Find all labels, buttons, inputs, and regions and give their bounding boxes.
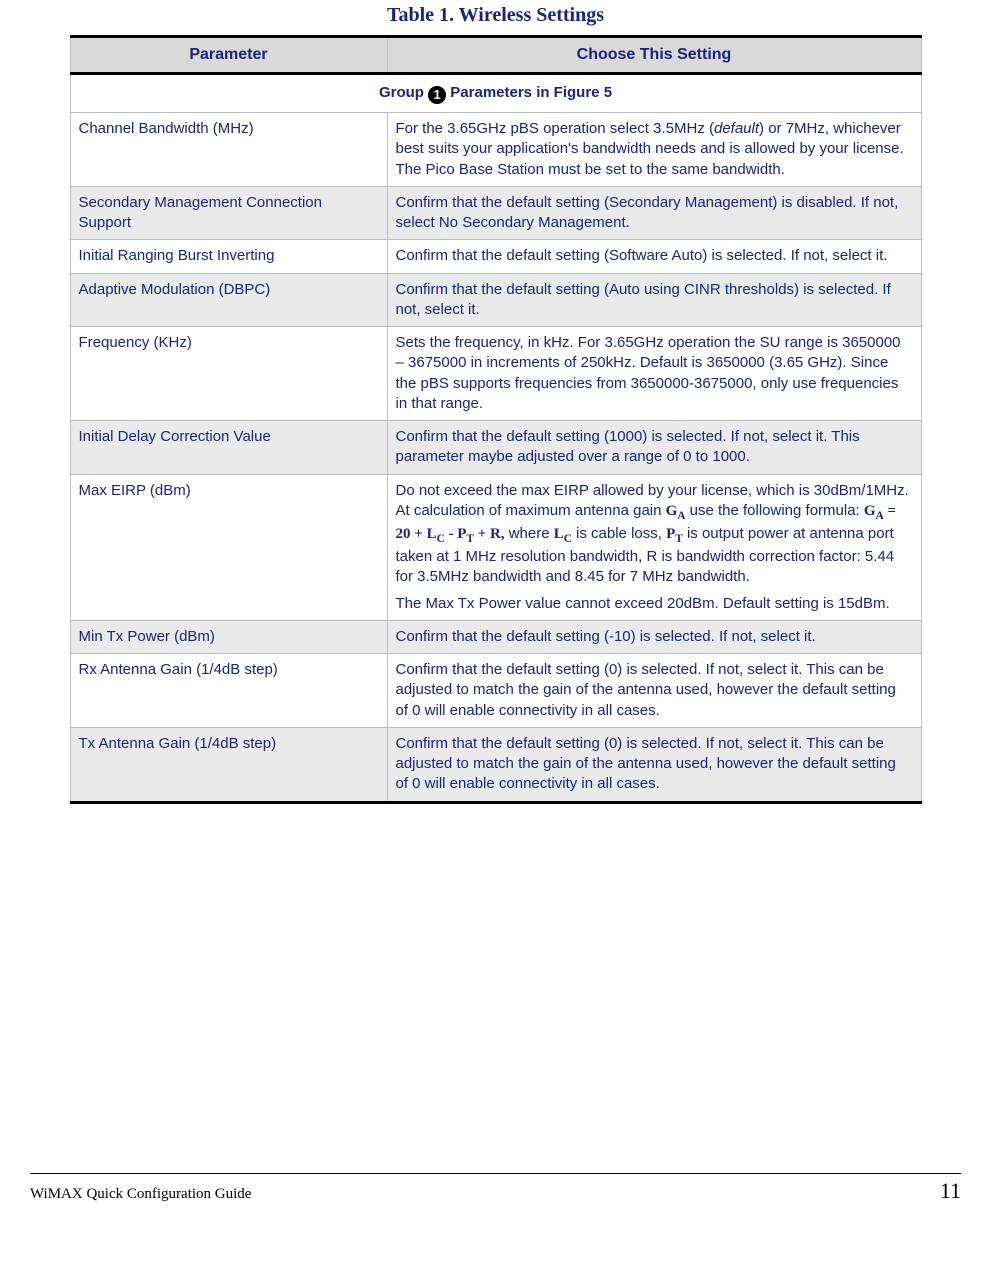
table-row: Frequency (KHz) Sets the frequency, in k… xyxy=(70,327,921,421)
table-row: Channel Bandwidth (MHz) For the 3.65GHz … xyxy=(70,113,921,187)
table-row: Tx Antenna Gain (1/4dB step) Confirm tha… xyxy=(70,727,921,802)
setting-cell: Confirm that the default setting (0) is … xyxy=(387,654,921,728)
setting-cell: Confirm that the default setting (Second… xyxy=(387,186,921,240)
text: For the 3.65GHz pBS operation select 3.5… xyxy=(396,120,714,137)
param-cell: Initial Ranging Burst Inverting xyxy=(70,240,387,273)
table-caption: Table 1. Wireless Settings xyxy=(30,4,961,27)
group-suffix: Parameters in Figure 5 xyxy=(450,84,612,101)
header-parameter: Parameter xyxy=(70,37,387,74)
default-word: default xyxy=(714,120,759,137)
footer-page-number: 11 xyxy=(940,1178,961,1204)
param-cell: Tx Antenna Gain (1/4dB step) xyxy=(70,727,387,802)
lc-symbol: LC xyxy=(554,526,572,542)
table-row: Adaptive Modulation (DBPC) Confirm that … xyxy=(70,273,921,327)
group-number-icon: 1 xyxy=(428,86,446,104)
text: is cable loss, xyxy=(572,525,666,542)
setting-cell: Confirm that the default setting (Softwa… xyxy=(387,240,921,273)
text: where xyxy=(505,525,554,542)
param-cell: Secondary Management Connection Support xyxy=(70,186,387,240)
pt-symbol: PT xyxy=(666,526,683,542)
setting-cell: Do not exceed the max EIRP allowed by yo… xyxy=(387,474,921,620)
param-cell: Min Tx Power (dBm) xyxy=(70,620,387,653)
table-row: Max EIRP (dBm) Do not exceed the max EIR… xyxy=(70,474,921,620)
table-row: Rx Antenna Gain (1/4dB step) Confirm tha… xyxy=(70,654,921,728)
ga-symbol: GA xyxy=(666,503,686,519)
text: The Max Tx Power value cannot exceed 20d… xyxy=(396,595,890,612)
group-header: Group 1 Parameters in Figure 5 xyxy=(70,74,921,113)
param-cell: Channel Bandwidth (MHz) xyxy=(70,113,387,187)
footer-guide-title: WiMAX Quick Configuration Guide xyxy=(30,1186,251,1203)
group-prefix: Group xyxy=(379,84,424,101)
setting-cell: Confirm that the default setting (1000) … xyxy=(387,421,921,475)
text: use the following formula: xyxy=(685,502,863,519)
setting-cell: For the 3.65GHz pBS operation select 3.5… xyxy=(387,113,921,187)
param-cell: Initial Delay Correction Value xyxy=(70,421,387,475)
wireless-settings-table: Parameter Choose This Setting Group 1 Pa… xyxy=(70,35,922,804)
param-cell: Adaptive Modulation (DBPC) xyxy=(70,273,387,327)
table-row: Initial Delay Correction Value Confirm t… xyxy=(70,421,921,475)
setting-cell: Confirm that the default setting (Auto u… xyxy=(387,273,921,327)
setting-cell: Confirm that the default setting (-10) i… xyxy=(387,620,921,653)
table-row: Initial Ranging Burst Inverting Confirm … xyxy=(70,240,921,273)
header-setting: Choose This Setting xyxy=(387,37,921,74)
setting-cell: Sets the frequency, in kHz. For 3.65GHz … xyxy=(387,327,921,421)
table-row: Secondary Management Connection Support … xyxy=(70,186,921,240)
page-footer: WiMAX Quick Configuration Guide 11 xyxy=(30,1173,961,1204)
param-cell: Frequency (KHz) xyxy=(70,327,387,421)
param-cell: Max EIRP (dBm) xyxy=(70,474,387,620)
param-cell: Rx Antenna Gain (1/4dB step) xyxy=(70,654,387,728)
setting-cell: Confirm that the default setting (0) is … xyxy=(387,727,921,802)
table-row: Min Tx Power (dBm) Confirm that the defa… xyxy=(70,620,921,653)
